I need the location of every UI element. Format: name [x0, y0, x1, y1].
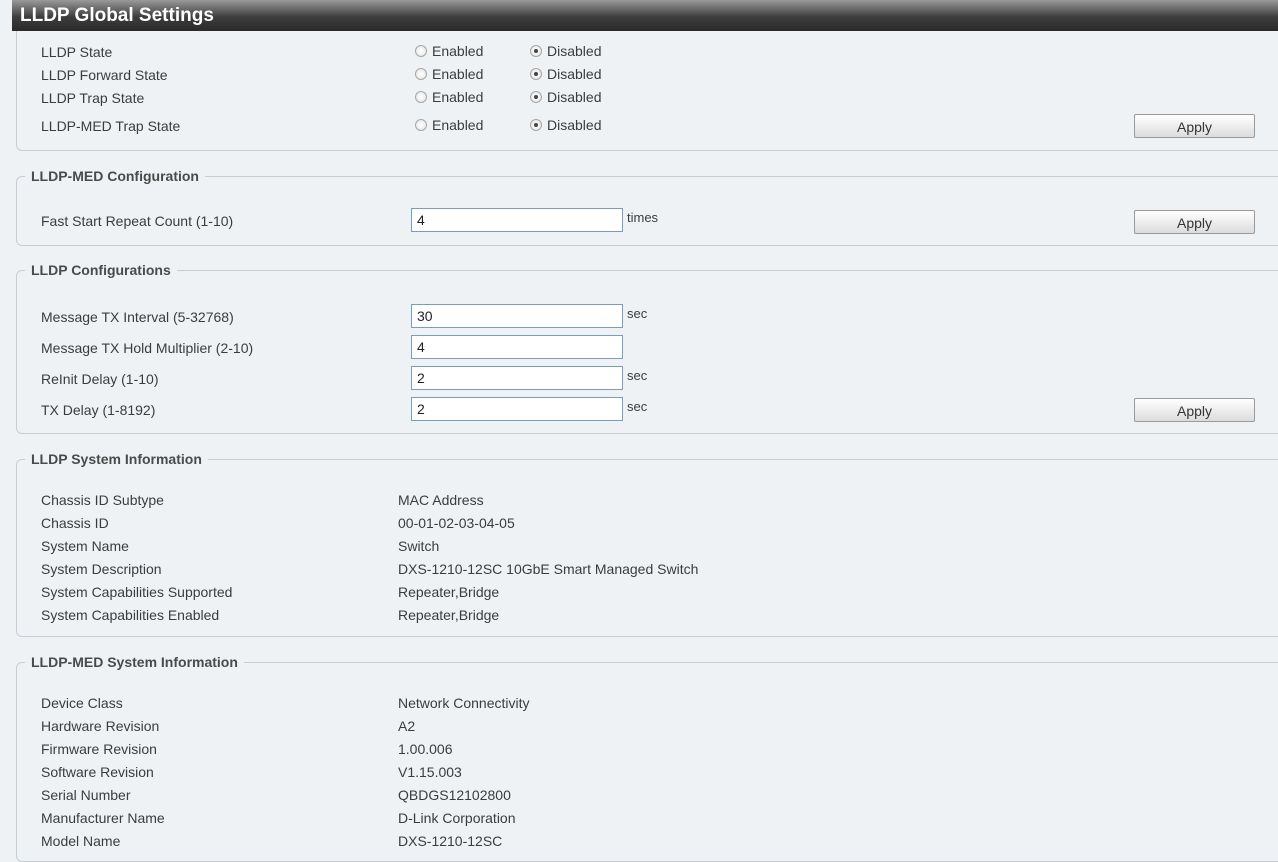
tx-interval-input[interactable] [411, 304, 623, 328]
info-label: System Description [41, 561, 162, 577]
info-value: DXS-1210-12SC 10GbE Smart Managed Switch [398, 561, 699, 577]
lldp-config-apply-button[interactable]: Apply [1134, 398, 1255, 422]
info-label: Chassis ID Subtype [41, 492, 164, 508]
radio-selected-icon [530, 91, 542, 103]
info-label: Software Revision [41, 764, 154, 780]
section-legend: LLDP System Information [25, 449, 208, 469]
lldp-configurations-panel: LLDP Configurations Message TX Interval … [16, 260, 1278, 434]
info-label: System Capabilities Supported [41, 584, 233, 600]
tx-delay-input[interactable] [411, 397, 623, 421]
unit-label: sec [627, 368, 648, 383]
fast-start-label: Fast Start Repeat Count (1-10) [41, 213, 234, 229]
lldp-med-trap-enabled-radio[interactable]: Enabled [415, 117, 483, 133]
info-label: Serial Number [41, 787, 131, 803]
lldp-med-trap-state-label: LLDP-MED Trap State [41, 118, 181, 134]
radio-label: Disabled [547, 89, 602, 105]
radio-icon [415, 91, 427, 103]
info-value: V1.15.003 [398, 764, 462, 780]
info-label: Hardware Revision [41, 718, 160, 734]
info-value: Repeater,Bridge [398, 584, 500, 600]
med-config-apply-button[interactable]: Apply [1134, 210, 1255, 234]
lldp-state-disabled-radio[interactable]: Disabled [530, 43, 601, 59]
radio-icon [415, 68, 427, 80]
lldp-med-configuration-panel: LLDP-MED Configuration Fast Start Repeat… [16, 166, 1278, 246]
radio-label: Enabled [432, 66, 484, 82]
info-value: Repeater,Bridge [398, 607, 500, 623]
radio-icon [415, 119, 427, 131]
unit-label: sec [627, 306, 648, 321]
section-legend: LLDP-MED Configuration [25, 166, 205, 186]
info-value: 1.00.006 [398, 741, 453, 757]
info-value: DXS-1210-12SC [398, 833, 503, 849]
info-value: QBDGS12102800 [398, 787, 511, 803]
radio-selected-icon [530, 119, 542, 131]
radio-label: Disabled [547, 117, 602, 133]
fast-start-input[interactable] [411, 208, 623, 232]
tx-delay-label: TX Delay (1-8192) [41, 402, 156, 418]
global-settings-panel: LLDP State Enabled Disabled LLDP Forward… [16, 31, 1278, 151]
lldp-trap-disabled-radio[interactable]: Disabled [530, 89, 601, 105]
info-value: A2 [398, 718, 416, 734]
lldp-med-trap-disabled-radio[interactable]: Disabled [530, 117, 601, 133]
radio-icon [415, 45, 427, 57]
radio-label: Disabled [547, 66, 602, 82]
lldp-system-information-panel: LLDP System Information Chassis ID Subty… [16, 449, 1278, 637]
info-value: 00-01-02-03-04-05 [398, 515, 515, 531]
unit-label: sec [627, 399, 648, 414]
lldp-trap-state-label: LLDP Trap State [41, 90, 145, 106]
global-apply-button[interactable]: Apply [1134, 114, 1255, 138]
info-label: System Capabilities Enabled [41, 607, 220, 623]
tx-hold-multiplier-input[interactable] [411, 335, 623, 359]
info-label: Firmware Revision [41, 741, 157, 757]
section-legend: LLDP Configurations [25, 260, 177, 280]
radio-selected-icon [530, 45, 542, 57]
radio-label: Enabled [432, 117, 484, 133]
lldp-forward-disabled-radio[interactable]: Disabled [530, 66, 601, 82]
lldp-forward-state-label: LLDP Forward State [41, 67, 168, 83]
section-legend: LLDP-MED System Information [25, 652, 244, 672]
radio-label: Enabled [432, 43, 484, 59]
reinit-delay-label: ReInit Delay (1-10) [41, 371, 159, 387]
tx-hold-multiplier-label: Message TX Hold Multiplier (2-10) [41, 340, 254, 356]
info-label: Chassis ID [41, 515, 109, 531]
info-label: System Name [41, 538, 129, 554]
reinit-delay-input[interactable] [411, 366, 623, 390]
tx-interval-label: Message TX Interval (5-32768) [41, 309, 234, 325]
lldp-trap-enabled-radio[interactable]: Enabled [415, 89, 483, 105]
lldp-forward-enabled-radio[interactable]: Enabled [415, 66, 483, 82]
info-label: Manufacturer Name [41, 810, 165, 826]
page-title: LLDP Global Settings [12, 0, 1278, 31]
info-value: Network Connectivity [398, 695, 530, 711]
info-label: Model Name [41, 833, 121, 849]
radio-label: Disabled [547, 43, 602, 59]
info-value: D-Link Corporation [398, 810, 516, 826]
radio-selected-icon [530, 68, 542, 80]
lldp-state-label: LLDP State [41, 44, 113, 60]
radio-label: Enabled [432, 89, 484, 105]
info-value: MAC Address [398, 492, 484, 508]
lldp-med-system-information-panel: LLDP-MED System Information Device Class… [16, 652, 1278, 862]
unit-label: times [627, 210, 659, 225]
lldp-state-enabled-radio[interactable]: Enabled [415, 43, 483, 59]
info-label: Device Class [41, 695, 123, 711]
info-value: Switch [398, 538, 440, 554]
